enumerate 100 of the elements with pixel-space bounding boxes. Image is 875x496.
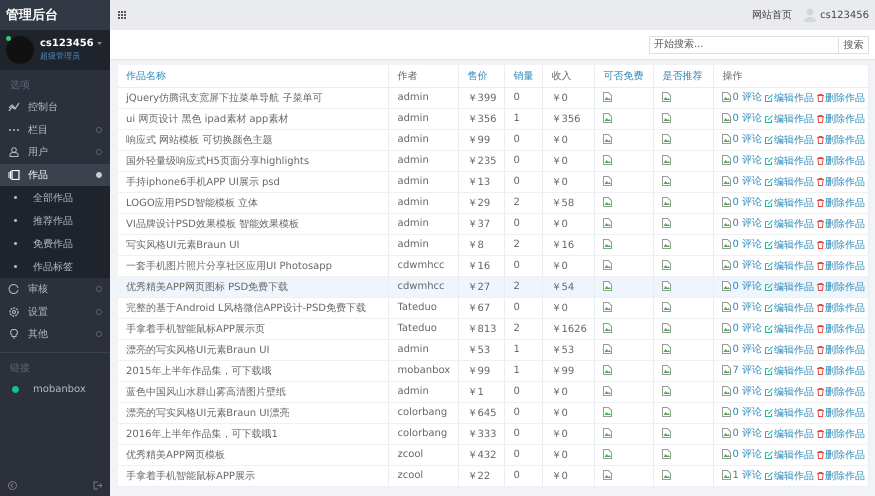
edit-link[interactable]: 编辑作品 (765, 217, 814, 231)
table-cell: 完整的基于Android L风格微信APP设计-PSD免费下载 (118, 297, 389, 318)
comments-link[interactable]: 0 评论 (722, 300, 762, 314)
delete-link[interactable]: 删除作品 (817, 364, 865, 378)
menu-item[interactable]: 审核 (0, 278, 110, 300)
comments-link[interactable]: 0 评论 (722, 153, 762, 167)
table-cell: admin (388, 339, 459, 360)
comments-link[interactable]: 0 评论 (722, 321, 762, 335)
comments-link[interactable]: 0 评论 (722, 279, 762, 293)
comments-link[interactable]: 7 评论 (722, 363, 762, 377)
delete-link[interactable]: 删除作品 (817, 112, 865, 126)
trash-icon (817, 472, 824, 480)
broken-image-icon (603, 281, 612, 292)
comments-link[interactable]: 0 评论 (722, 405, 762, 419)
broken-image-icon (662, 344, 672, 354)
edit-link[interactable]: 编辑作品 (765, 364, 814, 378)
comments-link[interactable]: 0 评论 (722, 111, 762, 125)
delete-link[interactable]: 删除作品 (817, 196, 865, 210)
broken-image-icon (722, 155, 732, 165)
edit-link[interactable]: 编辑作品 (765, 448, 814, 462)
column-header: 销量 (504, 65, 543, 87)
delete-link[interactable]: 删除作品 (817, 259, 865, 273)
logout-icon[interactable] (93, 480, 102, 490)
comments-link[interactable]: 0 评论 (722, 195, 762, 209)
comments-link[interactable]: 0 评论 (722, 384, 762, 398)
delete-link[interactable]: 删除作品 (817, 343, 865, 357)
edit-link[interactable]: 编辑作品 (765, 385, 814, 399)
table-cell: ￥356 (542, 108, 595, 129)
edit-icon (765, 241, 773, 249)
comments-link[interactable]: 0 评论 (722, 90, 762, 104)
table-cell: 0 (504, 297, 543, 318)
submenu-item[interactable]: 作品标签 (0, 255, 110, 278)
menu-item[interactable]: 设置 (0, 300, 110, 323)
menu-item[interactable]: 其他 (0, 323, 110, 346)
edit-link[interactable]: 编辑作品 (765, 343, 814, 357)
delete-link[interactable]: 删除作品 (817, 406, 865, 420)
trash-icon (817, 283, 824, 291)
caret-icon[interactable] (96, 42, 102, 44)
delete-link[interactable]: 删除作品 (817, 301, 865, 315)
comments-link[interactable]: 0 评论 (722, 132, 762, 146)
delete-link[interactable]: 删除作品 (817, 280, 865, 294)
edit-link[interactable]: 编辑作品 (765, 91, 814, 105)
table-cell: admin (388, 171, 459, 192)
broken-image-icon (722, 386, 732, 396)
delete-link[interactable]: 删除作品 (817, 322, 865, 336)
edit-link[interactable]: 编辑作品 (765, 175, 814, 189)
menu-item[interactable]: 栏目 (0, 118, 110, 141)
comments-link[interactable]: 0 评论 (722, 174, 762, 188)
delete-link[interactable]: 删除作品 (817, 385, 865, 399)
search-button[interactable]: 搜索 (839, 36, 869, 54)
broken-image-icon (722, 281, 732, 291)
comments-link[interactable]: 0 评论 (722, 258, 762, 272)
edit-link[interactable]: 编辑作品 (765, 427, 814, 441)
comments-link[interactable]: 0 评论 (722, 237, 762, 251)
delete-link[interactable]: 删除作品 (817, 427, 865, 441)
submenu-item[interactable]: 推荐作品 (0, 209, 110, 232)
top-user-name[interactable]: cs123456 (820, 10, 869, 20)
comments-link[interactable]: 1 评论 (722, 468, 762, 482)
edit-link[interactable]: 编辑作品 (765, 259, 814, 273)
edit-link[interactable]: 编辑作品 (765, 154, 814, 168)
table-cell: zcool (388, 444, 459, 465)
link-item[interactable]: mobanbox (0, 378, 110, 401)
delete-link[interactable]: 删除作品 (817, 91, 865, 105)
edit-link[interactable]: 编辑作品 (765, 322, 814, 336)
edit-link[interactable]: 编辑作品 (765, 301, 814, 315)
delete-link[interactable]: 删除作品 (817, 133, 865, 147)
edit-link[interactable]: 编辑作品 (765, 196, 814, 210)
edit-link[interactable]: 编辑作品 (765, 469, 814, 483)
comments-link[interactable]: 0 评论 (722, 216, 762, 230)
submenu-item[interactable]: 全部作品 (0, 186, 110, 209)
table-cell: ￥0 (542, 444, 595, 465)
grid-menu-icon[interactable] (118, 11, 126, 19)
comments-link[interactable]: 0 评论 (722, 426, 762, 440)
broken-image-icon (722, 407, 732, 417)
delete-link[interactable]: 删除作品 (817, 217, 865, 231)
menu-item[interactable]: 作品 (0, 164, 110, 186)
edit-link[interactable]: 编辑作品 (765, 238, 814, 252)
delete-link[interactable]: 删除作品 (817, 175, 865, 189)
table-cell: ui 网页设计 黑色 ipad素材 app素材 (118, 108, 389, 129)
comments-link[interactable]: 0 评论 (722, 447, 762, 461)
search-field[interactable]: 开始搜索... (649, 36, 839, 54)
edit-link[interactable]: 编辑作品 (765, 133, 814, 147)
edit-icon (765, 430, 773, 438)
submenu-item[interactable]: 免费作品 (0, 232, 110, 255)
menu-item[interactable]: 控制台 (0, 96, 110, 118)
user-name[interactable]: cs123456 (40, 38, 94, 48)
delete-link[interactable]: 删除作品 (817, 154, 865, 168)
edit-icon (765, 388, 773, 396)
home-link[interactable]: 网站首页 (752, 8, 792, 22)
delete-link[interactable]: 删除作品 (817, 448, 865, 462)
edit-link[interactable]: 编辑作品 (765, 406, 814, 420)
comments-link[interactable]: 0 评论 (722, 342, 762, 356)
edit-link[interactable]: 编辑作品 (765, 112, 814, 126)
menu-item[interactable]: 用户 (0, 141, 110, 164)
edit-link[interactable]: 编辑作品 (765, 280, 814, 294)
delete-link[interactable]: 删除作品 (817, 469, 865, 483)
broken-image-icon (662, 407, 672, 418)
delete-link[interactable]: 删除作品 (817, 238, 865, 252)
broken-image-icon (722, 197, 732, 207)
table-cell: 蓝色中国风山水群山雾高清图片壁纸 (118, 381, 389, 402)
